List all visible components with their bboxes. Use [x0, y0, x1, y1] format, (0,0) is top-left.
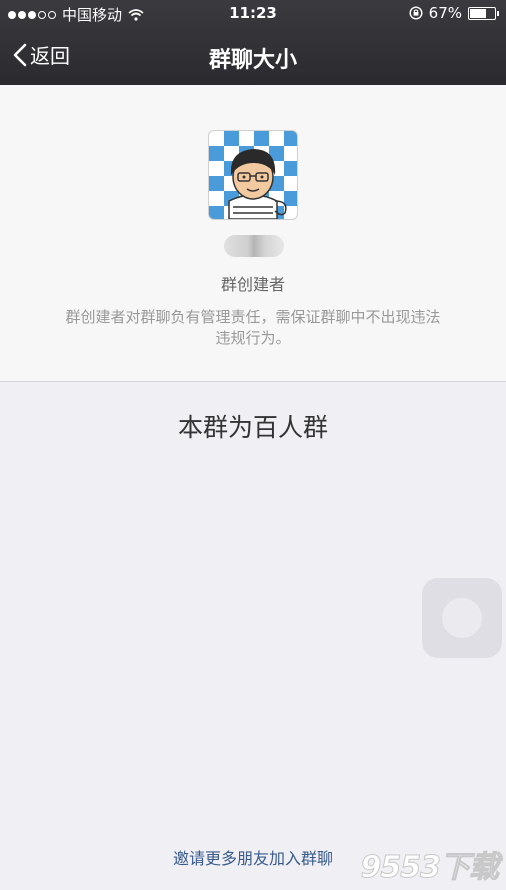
- cartoon-face-icon: [228, 149, 287, 219]
- creator-role-label: 群创建者: [220, 275, 285, 294]
- status-right: 67%: [409, 4, 499, 22]
- watermark-logo: 9553下载: [360, 850, 499, 886]
- creator-name-blurred: [224, 235, 284, 257]
- rotation-lock-icon: [409, 6, 423, 20]
- assistive-touch-button[interactable]: [422, 578, 502, 658]
- avatar[interactable]: [208, 130, 298, 220]
- creator-card: 群创建者 群创建者对群聊负有管理责任，需保证群聊中不出现违法违规行为。: [0, 85, 506, 382]
- group-size-label: 本群为百人群: [177, 413, 328, 442]
- battery-icon: [468, 6, 499, 20]
- battery-fill: [470, 8, 487, 18]
- assistive-touch-icon: [442, 598, 482, 638]
- status-bar: 中国移动 11:23 67%: [0, 0, 506, 26]
- creator-description: 群创建者对群聊负有管理责任，需保证群聊中不出现违法违规行为。: [65, 308, 441, 347]
- nav-bar: 返回 群聊大小: [0, 30, 506, 80]
- page-title: 群聊大小: [208, 48, 297, 73]
- top-bar: 中国移动 11:23 67% 返回 群聊大小: [0, 0, 506, 85]
- battery-percent: 67%: [428, 4, 462, 22]
